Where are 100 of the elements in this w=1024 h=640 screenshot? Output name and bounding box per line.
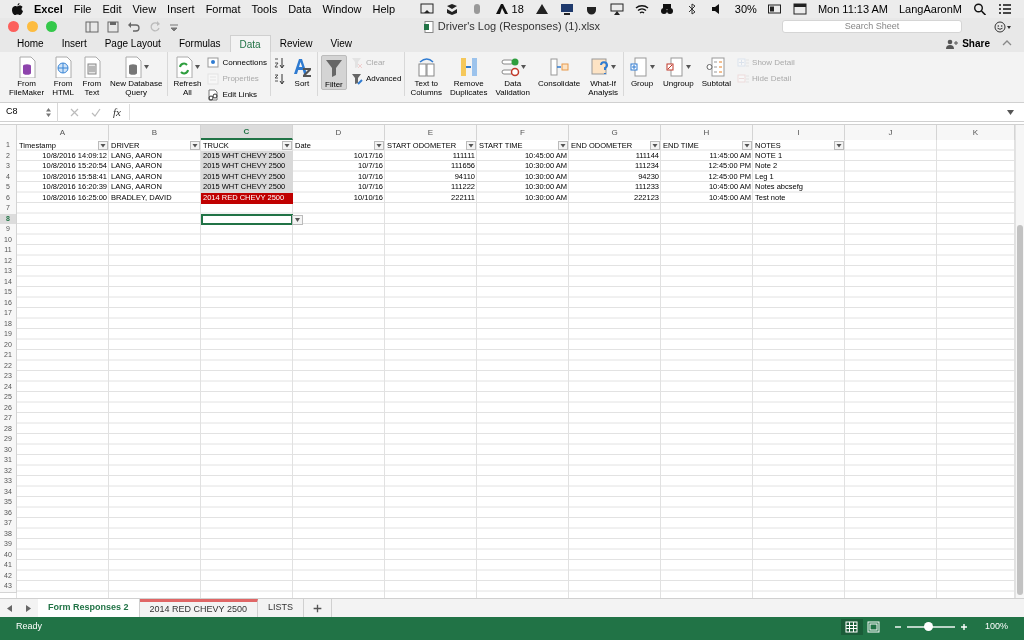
share-button[interactable]: Share <box>946 35 990 52</box>
user-name[interactable]: LangAaronM <box>899 0 962 18</box>
ribbon-tab[interactable]: Home <box>8 35 53 52</box>
column-header[interactable]: F <box>477 125 569 140</box>
ribbon-tab[interactable]: Formulas <box>169 35 230 52</box>
column-header[interactable]: C <box>201 125 293 140</box>
ribbon-button[interactable]: Connections <box>207 56 267 69</box>
zoom-in-icon[interactable] <box>958 622 969 632</box>
ribbon-button[interactable]: From FileMaker <box>7 55 47 97</box>
column-header[interactable]: I <box>753 125 845 140</box>
menu-clock[interactable]: Mon 11:13 AM <box>817 0 888 18</box>
airplay-icon[interactable] <box>609 3 624 15</box>
filter-dropdown-icon[interactable] <box>558 141 568 151</box>
zoom-level[interactable]: 100% <box>984 620 1008 634</box>
customize-icon[interactable] <box>169 21 179 32</box>
menu-item[interactable]: File <box>73 0 92 18</box>
ribbon-button[interactable]: What-If Analysis <box>586 55 620 97</box>
sort-descending-icon <box>273 72 286 85</box>
filter-dropdown-icon[interactable] <box>834 141 844 151</box>
ribbon-button[interactable]: Sort <box>289 55 314 88</box>
clear-filter-icon <box>350 56 363 69</box>
ribbon-button[interactable]: Remove Duplicates <box>448 55 490 97</box>
wifi-icon[interactable] <box>634 3 649 15</box>
ribbon-button[interactable]: Ungroup <box>661 55 696 88</box>
ribbon-button[interactable]: Subtotal <box>699 55 734 88</box>
ribbon-button[interactable]: New Database Query <box>107 55 165 97</box>
filter-dropdown-icon[interactable] <box>190 141 200 151</box>
filter-dropdown-icon[interactable] <box>742 141 752 151</box>
slider-thumb[interactable] <box>924 622 934 631</box>
show-detail-icon <box>737 56 750 69</box>
insert-function-button[interactable]: fx <box>113 103 130 121</box>
ribbon-button[interactable]: Consolidate <box>535 55 583 88</box>
menu-item[interactable]: Tools <box>251 0 278 18</box>
caret-icon <box>520 65 526 69</box>
sheet-tab[interactable]: Form Responses 2 <box>38 599 140 617</box>
ribbon-button[interactable]: Text to Columns <box>408 55 445 97</box>
filter-dropdown-icon[interactable] <box>466 141 476 151</box>
search-field[interactable]: Search Sheet <box>782 20 962 33</box>
menu-item[interactable]: View <box>132 0 157 18</box>
menu-item[interactable]: Insert <box>167 0 195 18</box>
ungroup-icon <box>665 56 686 78</box>
menu-item[interactable]: Window <box>322 0 362 18</box>
filter-dropdown-icon[interactable] <box>650 141 660 151</box>
ribbon-button[interactable]: Edit Links <box>207 88 267 101</box>
sidebar-icon[interactable] <box>85 20 99 33</box>
search-icon[interactable] <box>973 3 987 15</box>
vertical-scrollbar[interactable] <box>1015 125 1024 598</box>
menu-item[interactable]: Help <box>372 0 396 18</box>
filter-dropdown-icon[interactable] <box>374 141 384 151</box>
subtotal-icon <box>706 56 727 78</box>
menu-item[interactable]: Data <box>288 0 312 18</box>
undo-icon[interactable] <box>127 20 141 33</box>
menu-item[interactable]: Edit <box>102 0 122 18</box>
notification-count: 18 <box>511 1 524 17</box>
ribbon-button[interactable]: Refresh All <box>171 55 204 97</box>
sort-icon <box>291 56 312 78</box>
binoculars-icon[interactable] <box>659 3 674 15</box>
ribbon-tab[interactable]: Page Layout <box>95 35 170 52</box>
ribbon-tab[interactable]: Insert <box>52 35 96 52</box>
battery-icon[interactable] <box>767 3 782 15</box>
filter-dropdown-icon[interactable] <box>282 141 292 151</box>
filter-button[interactable]: Filter <box>320 55 347 90</box>
expand-icon[interactable] <box>1007 109 1014 115</box>
monitor-icon[interactable] <box>559 3 574 15</box>
status-text: Ready <box>16 620 42 634</box>
app-menu[interactable]: Excel <box>34 0 63 18</box>
column-header[interactable]: J <box>845 125 937 140</box>
normal-view-icon[interactable] <box>840 619 863 635</box>
screen-share-icon[interactable] <box>419 3 434 15</box>
triangle-icon[interactable] <box>534 3 549 15</box>
list-icon[interactable] <box>998 3 1012 15</box>
column-header[interactable]: H <box>661 125 753 140</box>
ribbon-button[interactable]: Group <box>627 55 657 88</box>
column-header[interactable]: A <box>17 125 109 140</box>
ribbon-button[interactable]: From HTML <box>50 55 76 97</box>
consolidate-icon <box>549 56 570 78</box>
collapse-icon[interactable] <box>1002 38 1012 48</box>
box-icon[interactable] <box>444 3 459 15</box>
column-header[interactable]: G <box>569 125 661 140</box>
ribbon-tab[interactable]: Data <box>229 35 271 52</box>
menu-item[interactable]: Format <box>205 0 241 18</box>
save-icon[interactable] <box>107 20 119 33</box>
validation-icon <box>499 56 520 78</box>
sort-button[interactable] <box>273 72 286 85</box>
ribbon-tab[interactable]: View <box>321 35 361 52</box>
ribbon-button[interactable]: Advanced <box>350 72 402 85</box>
ribbon-tab[interactable]: Review <box>270 35 322 52</box>
filter-dropdown-icon[interactable] <box>98 141 108 151</box>
battery-percent: 30% <box>734 1 757 17</box>
calendar-icon[interactable] <box>792 3 807 15</box>
sort-button[interactable] <box>273 56 286 69</box>
column-header[interactable]: E <box>385 125 477 140</box>
column-header[interactable]: D <box>293 125 385 140</box>
ribbon-button[interactable]: From Text <box>79 55 104 97</box>
what-if-icon <box>590 56 611 78</box>
cell-dropdown-icon[interactable] <box>292 214 303 225</box>
apple-icon[interactable] <box>12 3 23 15</box>
ribbon-button[interactable]: Data Validation <box>493 55 532 97</box>
smiley-icon[interactable] <box>994 20 1012 33</box>
name-box[interactable]: C8 <box>0 102 58 122</box>
